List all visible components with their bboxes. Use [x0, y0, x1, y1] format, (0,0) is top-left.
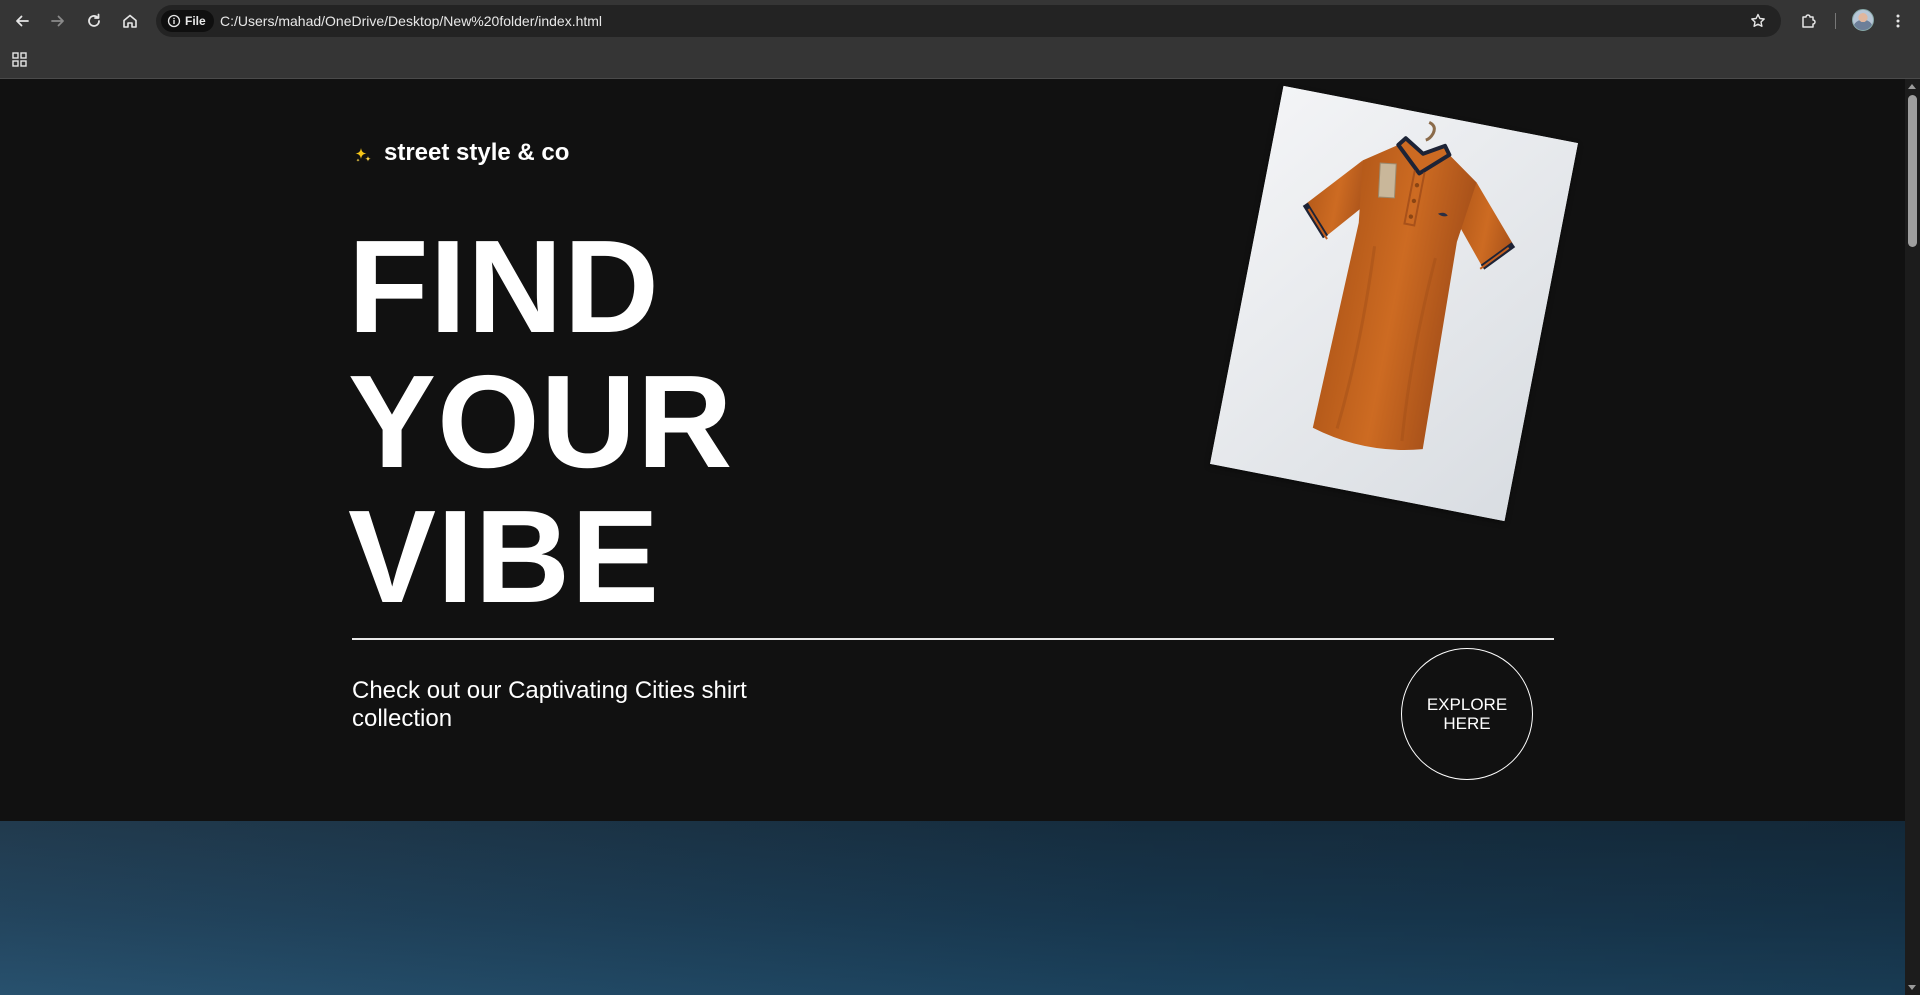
browser-menu-button[interactable] — [1884, 7, 1912, 35]
headline-line-3: VIBE — [348, 483, 661, 630]
reload-button[interactable] — [80, 7, 108, 35]
home-icon — [123, 14, 137, 28]
profile-avatar[interactable] — [1852, 9, 1874, 31]
apps-grid-icon[interactable] — [10, 50, 30, 70]
forward-button[interactable] — [44, 7, 72, 35]
sparkle-icon — [355, 148, 371, 162]
headline-line-2: YOUR — [348, 348, 734, 495]
product-image — [1210, 85, 1578, 522]
scroll-down-arrow[interactable] — [1908, 985, 1916, 990]
info-icon — [167, 14, 181, 28]
hero-tagline: Check out our Captivating Cities shirt c… — [352, 677, 747, 732]
scroll-up-arrow[interactable] — [1908, 84, 1916, 89]
home-button[interactable] — [116, 7, 144, 35]
kebab-menu-icon — [1896, 14, 1900, 28]
arrow-left-icon — [16, 15, 29, 27]
vertical-scrollbar[interactable] — [1905, 79, 1920, 995]
collection-banner-section — [0, 821, 1905, 995]
reload-icon — [88, 13, 100, 27]
headline-line-1: FIND — [348, 213, 660, 360]
hero-headline: FIND YOUR VIBE — [348, 219, 733, 624]
toolbar-divider — [1835, 13, 1836, 29]
orange-polo-shirt-illustration — [1210, 85, 1578, 522]
brand-name: street style & co — [384, 139, 570, 166]
site-chip-label: File — [185, 14, 206, 28]
browser-chrome: File C:/Users/mahad/OneDrive/Desktop/New… — [0, 0, 1920, 79]
brand-logo[interactable]: street style & co — [352, 139, 569, 167]
address-bar[interactable]: File C:/Users/mahad/OneDrive/Desktop/New… — [156, 5, 1781, 37]
puzzle-icon — [1802, 14, 1816, 28]
bookmarks-bar — [0, 42, 1920, 79]
star-icon — [1751, 13, 1765, 27]
back-button[interactable] — [8, 7, 36, 35]
site-info-chip[interactable]: File — [161, 10, 214, 32]
extensions-button[interactable] — [1794, 7, 1822, 35]
scroll-thumb[interactable] — [1908, 95, 1917, 247]
hero-section: street style & co FIND YOUR VIBE Check o… — [0, 79, 1905, 821]
arrow-right-icon — [51, 15, 64, 27]
bookmark-star-button[interactable] — [1744, 7, 1772, 35]
url-text[interactable]: C:/Users/mahad/OneDrive/Desktop/New%20fo… — [220, 5, 602, 37]
page-viewport: street style & co FIND YOUR VIBE Check o… — [0, 79, 1905, 995]
browser-toolbar: File C:/Users/mahad/OneDrive/Desktop/New… — [0, 0, 1920, 42]
explore-here-button[interactable]: EXPLORE HERE — [1401, 648, 1533, 780]
section-divider — [352, 638, 1554, 640]
